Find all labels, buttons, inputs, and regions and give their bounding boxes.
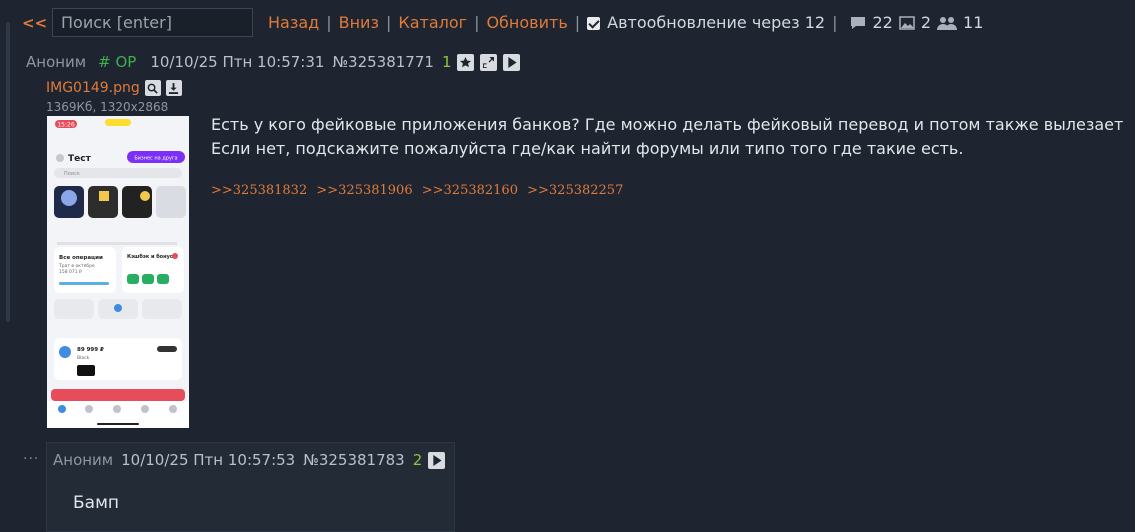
users-icon [937,16,958,30]
phone-ops-title: Все операции [59,255,103,261]
phone-time: 15:26 [57,122,74,129]
posts-count: 22 [872,13,893,32]
reply-link[interactable]: >>325381906 [316,183,412,198]
reply-post-header: Аноним 10/10/25 Птн 10:57:53 №325381783 … [53,451,446,469]
nav-catalog-link[interactable]: Каталог [398,13,467,32]
images-count: 2 [920,13,932,32]
image-icon [899,15,915,30]
reply-link[interactable]: >>325382257 [527,183,623,198]
play-icon [508,56,517,68]
post-date: 10/10/25 Птн 10:57:53 [121,451,296,469]
download-icon [169,82,179,94]
users-count: 11 [963,13,984,32]
reply-count: 1 [441,53,452,71]
post-menu-dots[interactable]: ... [23,447,39,463]
collapse-button[interactable]: << [22,14,47,32]
post-date: 10/10/25 Птн 10:57:31 [150,53,325,71]
phone-ops-sub: Трат в октябре [58,263,95,269]
reply-link[interactable]: >>325382160 [422,183,518,198]
phone-search: Поиск [64,171,80,177]
phone-button: Бизнес на друга [134,156,177,162]
favorite-button[interactable] [457,53,475,71]
phone-card-label: Black [77,355,90,361]
nav-separator: | [326,13,332,32]
poster-name: Аноним [53,451,114,469]
nav-refresh-link[interactable]: Обновить [486,13,567,32]
file-info: IMG0149.png [46,80,182,96]
post-number-link[interactable]: №325381783 [303,451,405,469]
reply-message: Бамп [73,493,120,513]
autoupdate-label: Автообновление через 12 [607,13,826,32]
reply-link[interactable]: >>325381832 [211,183,307,198]
search-image-button[interactable] [144,80,161,96]
post-text-line: Если нет, подскажите пожалуйста где/как … [211,139,964,158]
search-input[interactable] [52,8,253,37]
thread-nav: Назад | Вниз | Каталог | Обновить | Авто… [268,13,983,32]
magnifier-icon [147,83,158,94]
phone-cashback: Кэшбэк и бонусы [127,253,178,260]
images-stat: 2 [899,13,931,32]
file-meta: 1369Кб, 1320x2868 [46,100,169,114]
download-button[interactable] [165,80,182,96]
poster-name: Аноним [26,53,87,71]
nav-separator: | [832,13,838,32]
scroll-rail[interactable] [6,22,10,322]
op-tag: # OP [98,53,137,71]
phone-ops-amount: 158 071 ₽ [59,269,82,275]
play-icon [433,454,442,466]
expand-button[interactable] [480,53,498,71]
reply-count: 2 [412,451,423,469]
post-number-link[interactable]: №325381771 [332,53,434,71]
nav-separator: | [385,13,392,32]
star-icon [460,56,472,67]
phone-balance: 89 999 ₽ [77,347,104,353]
play-button[interactable] [428,451,446,469]
post-text-line: Есть у кого фейковые приложения банков? … [211,115,1124,134]
reply-post: Аноним 10/10/25 Птн 10:57:53 №325381783 … [46,442,455,532]
top-bar: << Назад | Вниз | Каталог | Обновить | А… [0,0,1135,46]
comment-icon [851,16,866,29]
autoupdate-checkbox[interactable] [587,17,601,30]
post-message: Есть у кого фейковые приложения банков? … [211,113,1123,161]
file-name-link[interactable]: IMG0149.png [46,80,140,96]
nav-separator: | [574,13,581,32]
users-stat: 11 [937,13,983,32]
expand-icon [483,56,495,68]
posts-stat: 22 [850,13,893,32]
op-post-header: Аноним # OP 10/10/25 Птн 10:57:31 №32538… [26,53,521,71]
post-image-thumbnail[interactable]: 15:26 Тест Бизнес на друга Поиск Все опе… [47,116,189,428]
nav-back-link[interactable]: Назад [268,13,319,32]
nav-down-link[interactable]: Вниз [339,13,379,32]
phone-title: Тест [68,154,92,164]
scroll-thumb[interactable] [6,22,10,322]
play-button[interactable] [503,53,521,71]
phone-screenshot: 15:26 Тест Бизнес на друга Поиск Все опе… [47,116,189,428]
nav-separator: | [474,13,480,32]
replies-list: >>325381832 >>325381906 >>325382160 >>32… [211,183,628,198]
